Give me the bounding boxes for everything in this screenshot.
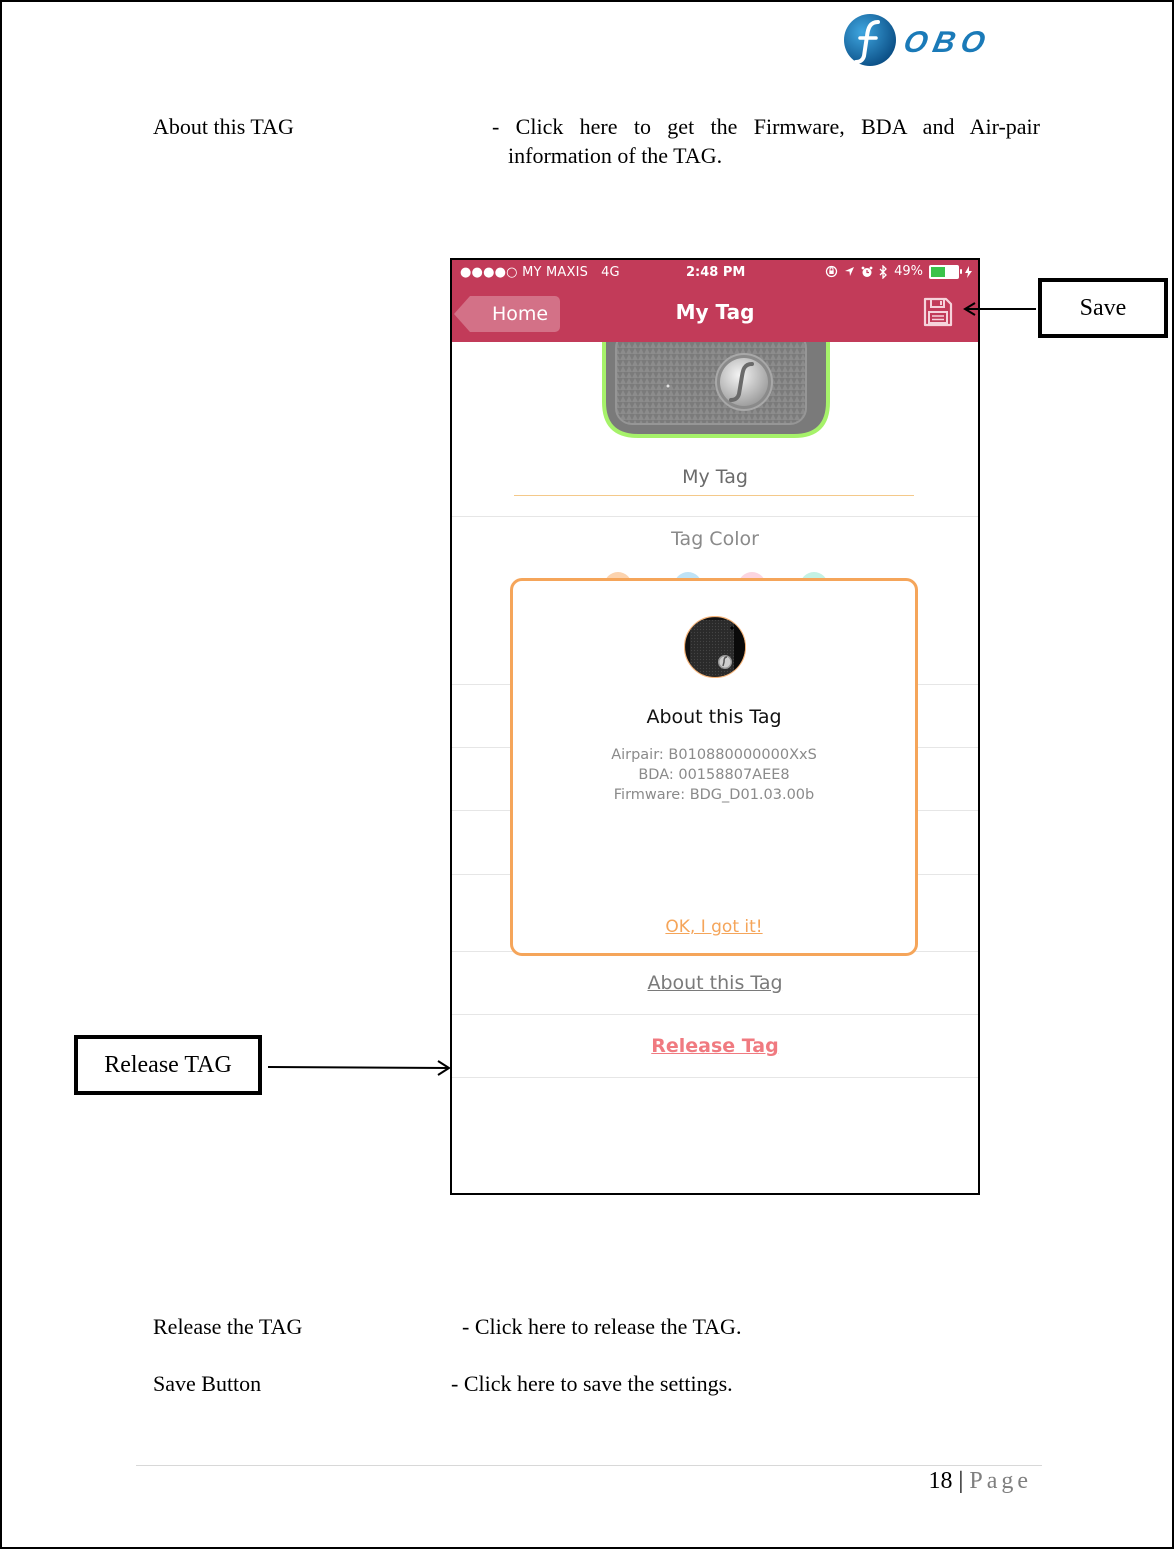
desc-save-button: - Click here to save the settings. [451,1371,733,1396]
callout-release-tag: Release TAG [74,1035,262,1095]
about-tag-modal: About this Tag Airpair: B010880000000XxS… [510,578,918,956]
tag-name-input[interactable]: My Tag [452,466,978,488]
desc-about-tag-line1: - Click here to get the Firmware, BDA an… [492,114,1040,139]
desc-about-tag: - Click here to get the Firmware, BDA an… [492,112,1040,170]
fobo-logo: OBO [842,12,1022,72]
bda-value: BDA: 00158807AEE8 [638,767,790,783]
battery-percent: 49% [894,264,923,279]
nav-title: My Tag [675,300,755,324]
row-divider [452,1014,978,1015]
status-bar: ●●●●○ MY MAXIS 4G 2:48 PM 49% [452,260,978,286]
tag-thumbnail-image [684,616,746,678]
release-arrow-icon [267,1060,451,1076]
fobo-logo-mark-icon [844,14,896,66]
page-separator: | [958,1468,964,1494]
signal-strength-icon: ●●●●○ [460,265,518,280]
battery-fill [931,266,945,277]
carrier-name: MY MAXIS [522,265,589,280]
bluetooth-icon [879,264,888,279]
nav-bar: ●●●●○ MY MAXIS 4G 2:48 PM 49% Home My Ta… [452,260,978,342]
document-page: OBO About this TAG - Click here to get t… [0,0,1174,1549]
phone-screenshot: ●●●●○ MY MAXIS 4G 2:48 PM 49% Home My Ta… [450,258,980,1195]
firmware-value: Firmware: BDG_D01.03.00b [613,787,815,803]
page-number: 18 | Page [929,1468,1032,1495]
modal-title: About this Tag [646,706,782,728]
save-floppy-icon[interactable] [922,296,954,328]
tag-color-label: Tag Color [671,528,759,550]
rotation-lock-icon [825,265,838,278]
desc-release-tag: - Click here to release the TAG. [462,1314,742,1339]
charging-icon [965,265,972,278]
about-this-tag-link[interactable]: About this Tag [452,972,978,994]
tag-name-underline [514,495,914,496]
status-time: 2:48 PM [686,265,746,280]
page-label: Page [969,1468,1032,1494]
ok-got-it-button[interactable]: OK, I got it! [513,917,915,937]
logo-wordmark: OBO [900,26,994,59]
callout-save: Save [1038,278,1168,338]
row-divider [452,516,978,517]
tag-device-image [602,342,830,438]
status-right: 49% [825,264,972,279]
location-icon [845,267,855,276]
carrier-info: ●●●●○ MY MAXIS 4G [460,265,620,280]
page-number-value: 18 [928,1468,953,1494]
modal-info: Airpair: B010880000000XxS BDA: 00158807A… [513,745,915,805]
release-tag-link[interactable]: Release Tag [452,1035,978,1057]
network-type: 4G [601,265,620,280]
battery-icon [929,264,962,279]
save-arrow-icon [963,302,1036,316]
row-divider [452,1077,978,1078]
term-save-button: Save Button [153,1371,262,1396]
alarm-icon [861,266,873,277]
term-about-tag: About this TAG [153,114,294,139]
desc-about-tag-line2: information of the TAG. [508,143,723,168]
airpair-value: Airpair: B010880000000XxS [611,747,817,763]
term-release-tag: Release the TAG [153,1314,303,1339]
footer-divider [136,1465,1042,1466]
